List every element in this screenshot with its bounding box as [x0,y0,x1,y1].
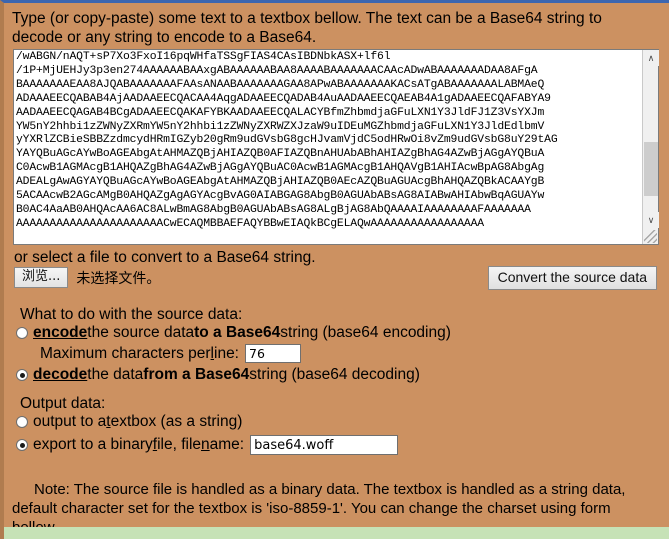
page-root: Type (or copy-paste) some text to a text… [0,0,669,539]
file-input-row: 浏览... 未选择文件。 [14,267,160,288]
textarea-scrollbar[interactable]: ∧ ∨ [642,50,659,244]
radio-row-decode[interactable]: decode the data from a Base64 string (ba… [16,366,420,384]
decode-label-mid: the data [87,366,144,383]
select-file-label: or select a file to convert to a Base64 … [14,249,316,266]
page-inner: Type (or copy-paste) some text to a text… [4,3,669,539]
decode-label-strong: decode [33,366,88,383]
radio-output-binary[interactable] [16,439,28,451]
output-textbox-label-c: extbox (as a string) [110,413,243,430]
max-chars-row: Maximum characters per l ine: [40,344,301,363]
note-line-2: default character set for the textbox is… [12,500,611,517]
no-file-selected-label: 未选择文件。 [76,270,161,287]
encode-label-tail: string (base64 encoding) [280,324,451,341]
output-binary-label-accesskey-n: n [201,436,210,453]
scrollbar-thumb[interactable] [644,142,658,196]
intro-line-1: Type (or copy-paste) some text to a text… [12,10,602,27]
scroll-down-arrow-icon[interactable]: ∨ [643,212,659,228]
output-binary-label-a: export to a binary [33,436,153,453]
intro-line-2: decode or any string to encode to a Base… [12,29,317,46]
output-textbox-label-a: output to a [33,413,107,430]
output-binary-label-c: ile, file [157,436,202,453]
convert-source-data-button[interactable]: Convert the source data [487,266,657,290]
note-line-1: Note: The source file is handled as a bi… [34,481,626,498]
filename-input[interactable] [250,435,399,455]
decode-label-bold: from a Base64 [143,366,250,383]
output-binary-label-e: ame: [209,436,245,453]
output-data-title: Output data: [20,395,106,412]
bottom-band [4,527,669,539]
resize-grip-icon[interactable] [644,230,657,243]
encode-label-strong: encode [33,324,88,341]
radio-decode[interactable] [16,369,28,381]
source-textarea-value[interactable]: /wABGN/nAQT+sP7Xo3FxoI16pqWHfaTSSgFIAS4C… [14,50,642,244]
encode-label-mid: the source data [87,324,195,341]
radio-row-output-textbox[interactable]: output to a t extbox (as a string) [16,413,242,431]
max-chars-input[interactable] [245,344,301,363]
decode-label-tail: string (base64 decoding) [249,366,420,383]
radio-row-output-binary[interactable]: export to a binary f ile, file n ame: [16,435,399,455]
scroll-up-arrow-icon[interactable]: ∧ [643,50,659,66]
max-chars-label-a: Maximum characters per [40,344,211,362]
source-textarea[interactable]: /wABGN/nAQT+sP7Xo3FxoI16pqWHfaTSSgFIAS4C… [13,49,659,245]
browse-button[interactable]: 浏览... [14,267,69,288]
radio-output-textbox[interactable] [16,416,28,428]
what-to-do-title: What to do with the source data: [20,306,243,323]
intro-text: Type (or copy-paste) some text to a text… [12,9,652,47]
max-chars-label-c: ine: [214,344,239,362]
radio-encode[interactable] [16,327,28,339]
radio-row-encode[interactable]: encode the source data to a Base64 strin… [16,324,451,342]
encode-label-bold: to a Base64 [194,324,281,341]
